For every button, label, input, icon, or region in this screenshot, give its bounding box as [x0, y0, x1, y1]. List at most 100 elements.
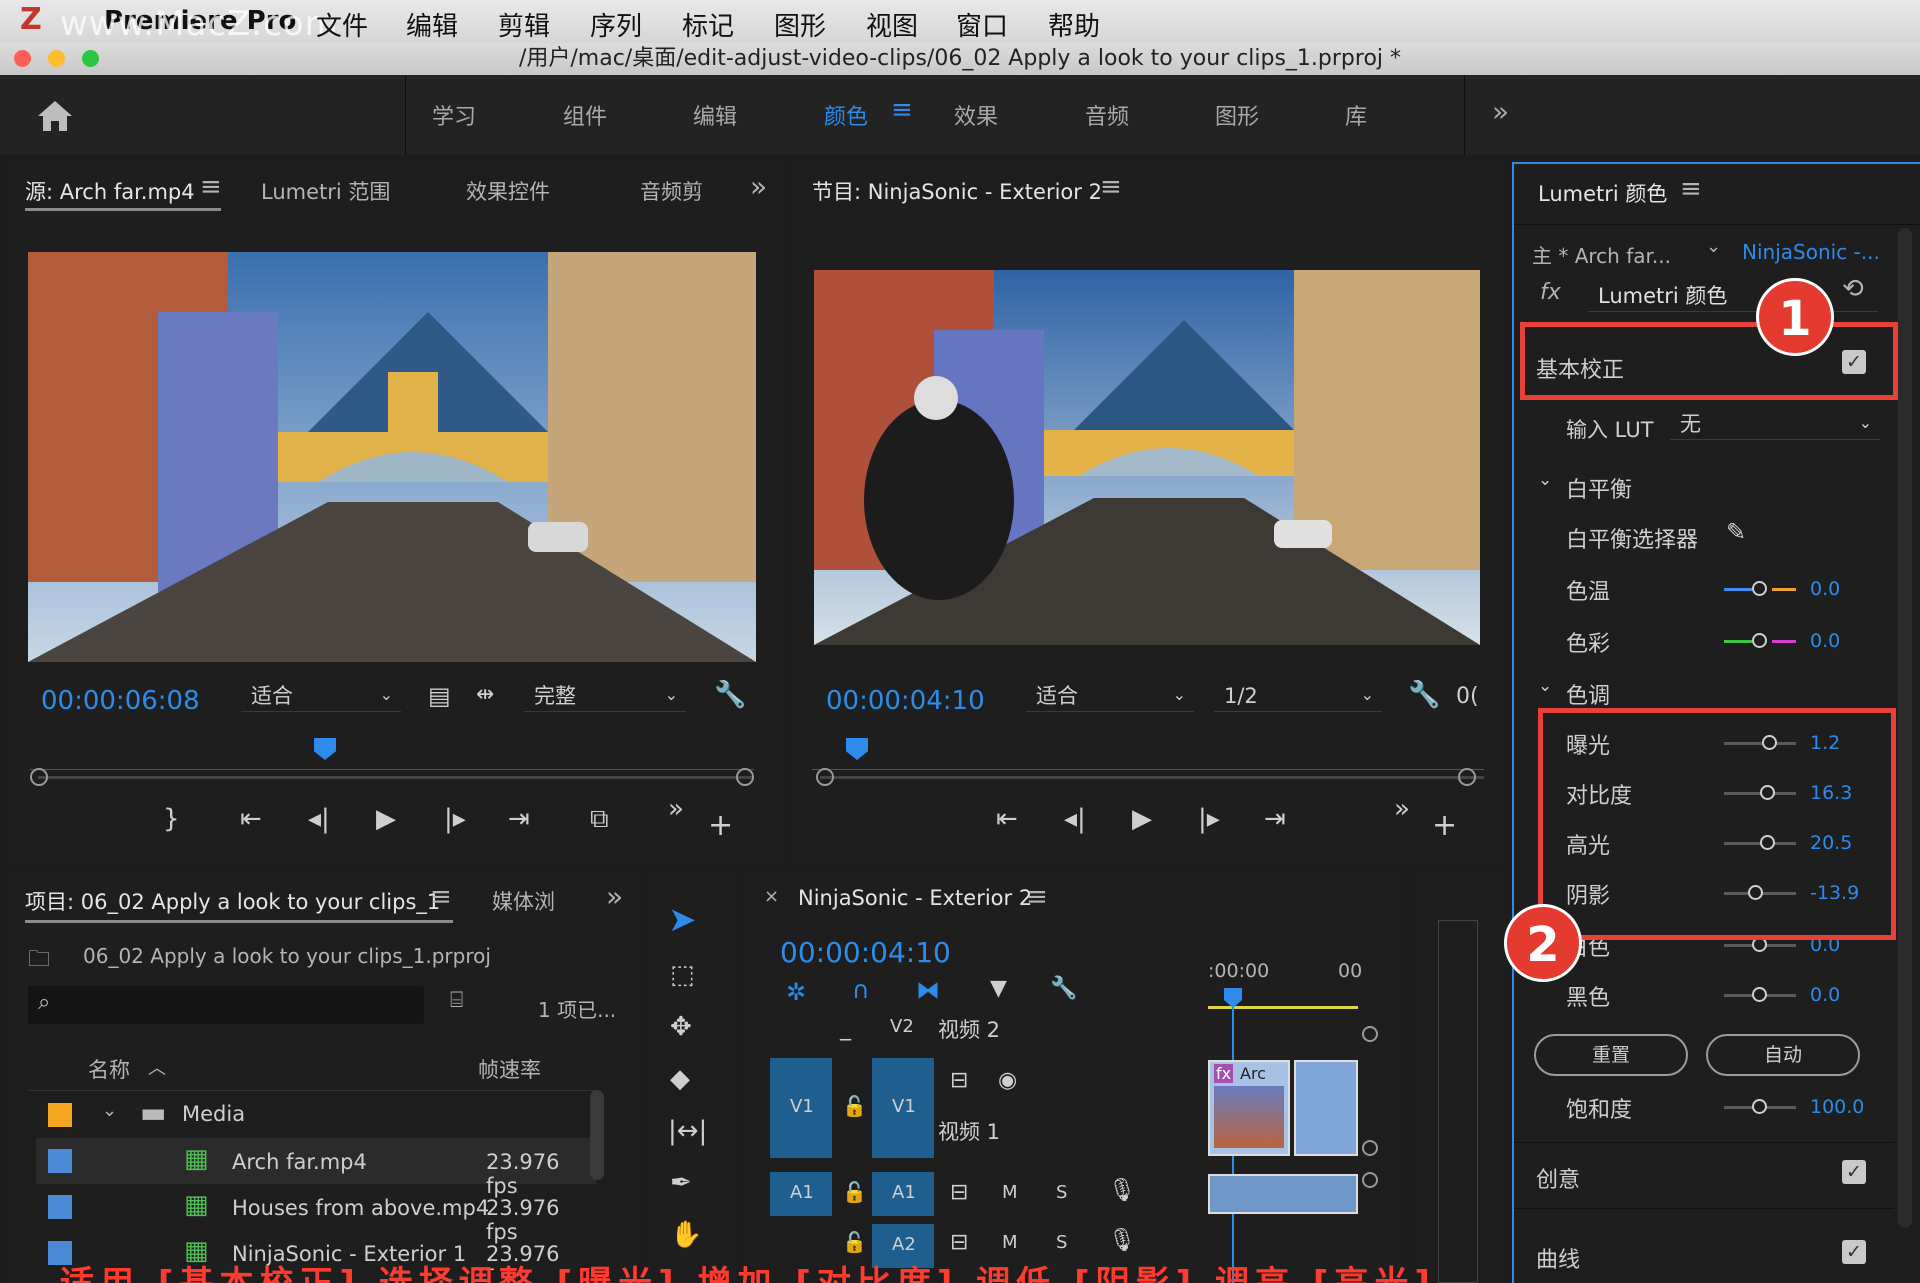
- reset-effect-icon[interactable]: ⟲: [1842, 274, 1864, 304]
- workspace-effects[interactable]: 效果: [954, 99, 998, 131]
- track-select-tool-icon[interactable]: ⬚: [670, 960, 695, 990]
- column-name[interactable]: 名称: [88, 1054, 130, 1084]
- go-to-out-icon[interactable]: ⇥: [1264, 804, 1286, 834]
- more-tabs-icon[interactable]: »: [606, 880, 623, 913]
- video-clip[interactable]: [1294, 1060, 1358, 1156]
- tone-header[interactable]: 色调: [1566, 678, 1610, 710]
- linked-selection-icon[interactable]: ⧓: [916, 976, 940, 1004]
- mute-button[interactable]: M: [1002, 1232, 1018, 1253]
- scroll-handle[interactable]: [1362, 1172, 1378, 1188]
- list-item-folder[interactable]: ⌄ ▬ Media: [36, 1092, 596, 1138]
- step-forward-icon[interactable]: |▸: [1198, 804, 1220, 834]
- curves-checkbox[interactable]: ✓: [1842, 1240, 1866, 1264]
- add-button-icon[interactable]: +: [708, 808, 733, 843]
- timeline-settings-icon[interactable]: 🔧: [1050, 976, 1077, 1001]
- saturation-slider[interactable]: [1752, 1099, 1767, 1114]
- sequence-clip-label[interactable]: NinjaSonic -...: [1742, 240, 1880, 264]
- reset-button[interactable]: 重置: [1534, 1034, 1688, 1076]
- search-input[interactable]: ⌕: [28, 986, 424, 1024]
- creative-checkbox[interactable]: ✓: [1842, 1160, 1866, 1184]
- tab-media-browser[interactable]: 媒体浏: [492, 886, 555, 916]
- filmstrip-icon[interactable]: ▤: [428, 682, 451, 710]
- insert-icon[interactable]: ⧉: [590, 804, 609, 835]
- more-tabs-icon[interactable]: »: [750, 170, 767, 203]
- selection-tool-icon[interactable]: ➤: [668, 900, 697, 940]
- play-icon[interactable]: ▶: [1132, 804, 1152, 834]
- workspace-assembly[interactable]: 组件: [563, 99, 607, 131]
- timeline-timecode[interactable]: 00:00:04:10: [780, 936, 951, 969]
- zoom-window-button[interactable]: [82, 50, 99, 67]
- timeline-playhead[interactable]: [1224, 988, 1242, 1008]
- list-item[interactable]: ▦ Houses from above.mp4 23.976 fps: [36, 1184, 596, 1244]
- list-item[interactable]: ▦ Arch far.mp4 23.976 fps: [36, 1138, 596, 1198]
- add-button-icon[interactable]: +: [1432, 808, 1457, 843]
- tab-project[interactable]: 项目: 06_02 Apply a look to your clips_1: [25, 886, 440, 916]
- add-marker-icon[interactable]: ▼: [990, 976, 1007, 1001]
- lock-icon[interactable]: 🔓: [842, 1230, 867, 1254]
- panel-menu-icon[interactable]: ≡: [1026, 882, 1048, 912]
- menu-window[interactable]: 窗口: [956, 6, 1008, 43]
- pen-tool-icon[interactable]: ✒: [670, 1168, 692, 1198]
- source-patch-a1[interactable]: A1: [770, 1172, 832, 1216]
- source-timecode[interactable]: 00:00:06:08: [41, 686, 200, 716]
- chevron-down-icon[interactable]: ⌄: [1706, 236, 1721, 257]
- track-v1-target[interactable]: V1: [872, 1058, 934, 1158]
- workspace-color[interactable]: 颜色: [824, 99, 868, 131]
- more-buttons-icon[interactable]: »: [668, 794, 684, 824]
- audio-clip[interactable]: [1208, 1174, 1358, 1214]
- razor-tool-icon[interactable]: ◆: [670, 1064, 690, 1094]
- nest-sequence-icon[interactable]: ✲: [786, 978, 806, 1006]
- step-back-icon[interactable]: ◂|: [1064, 804, 1086, 834]
- panel-menu-icon[interactable]: ≡: [430, 882, 452, 912]
- lumetri-title[interactable]: Lumetri 颜色: [1538, 178, 1667, 208]
- effect-selector[interactable]: Lumetri 颜色: [1588, 278, 1878, 312]
- track-a1-target[interactable]: A1: [872, 1172, 934, 1216]
- tab-source[interactable]: 源: Arch far.mp4: [25, 176, 195, 206]
- solo-button[interactable]: S: [1056, 1182, 1067, 1203]
- hand-tool-icon[interactable]: ✋: [670, 1220, 702, 1250]
- more-buttons-icon[interactable]: »: [1394, 794, 1410, 824]
- hamburger-icon[interactable]: ≡: [891, 95, 913, 125]
- step-back-icon[interactable]: ◂|: [308, 804, 330, 834]
- menu-sequence[interactable]: 序列: [590, 6, 642, 43]
- temperature-slider[interactable]: [1752, 581, 1767, 596]
- source-time-ruler[interactable]: [30, 754, 754, 770]
- source-quality-dropdown[interactable]: 完整 ⌄: [524, 680, 686, 712]
- microphone-icon[interactable]: 🎙: [1108, 1178, 1136, 1203]
- workspace-editing[interactable]: 编辑: [693, 99, 737, 131]
- program-timecode[interactable]: 00:00:04:10: [826, 686, 985, 716]
- workspace-audio[interactable]: 音频: [1085, 99, 1129, 131]
- zoom-handle-left[interactable]: [30, 768, 48, 786]
- ripple-edit-tool-icon[interactable]: ✥: [670, 1012, 692, 1042]
- workspace-libraries[interactable]: 库: [1345, 99, 1367, 131]
- home-icon[interactable]: [36, 99, 74, 133]
- collapse-chevron-icon[interactable]: ⌄: [1538, 676, 1552, 696]
- temperature-value[interactable]: 0.0: [1810, 578, 1840, 600]
- menu-help[interactable]: 帮助: [1048, 6, 1100, 43]
- insert-overlay-icon[interactable]: ⇹: [476, 682, 494, 707]
- microphone-icon[interactable]: 🎙: [1108, 1228, 1136, 1253]
- mark-out-icon[interactable]: }: [163, 804, 180, 834]
- tint-slider[interactable]: [1752, 633, 1767, 648]
- close-window-button[interactable]: [14, 50, 31, 67]
- saturation-value[interactable]: 100.0: [1810, 1096, 1864, 1118]
- menu-clip[interactable]: 剪辑: [498, 6, 550, 43]
- tab-audio-mixer[interactable]: 音频剪: [640, 176, 703, 206]
- close-tab-icon[interactable]: ×: [764, 886, 779, 907]
- zoom-handle-right[interactable]: [1458, 768, 1476, 786]
- menu-view[interactable]: 视图: [866, 6, 918, 43]
- play-icon[interactable]: ▶: [376, 804, 396, 834]
- eye-icon[interactable]: ◉: [998, 1068, 1017, 1093]
- lock-icon[interactable]: 🔓: [842, 1094, 867, 1118]
- program-quality-dropdown[interactable]: 1/2 ⌄: [1214, 680, 1382, 712]
- expand-chevron-icon[interactable]: ⌄: [102, 1100, 117, 1121]
- scrollbar[interactable]: [590, 1090, 604, 1180]
- sync-lock-icon[interactable]: ⊟: [950, 1230, 968, 1255]
- slip-tool-icon[interactable]: |↔|: [668, 1116, 707, 1146]
- lumetri-scrollbar[interactable]: [1898, 228, 1912, 1228]
- source-patch-v1[interactable]: V1: [770, 1058, 832, 1158]
- track-toggle[interactable]: _: [840, 1016, 851, 1041]
- blacks-slider[interactable]: [1752, 987, 1767, 1002]
- apple-icon[interactable]: Z: [20, 2, 42, 37]
- menu-edit[interactable]: 编辑: [406, 6, 458, 43]
